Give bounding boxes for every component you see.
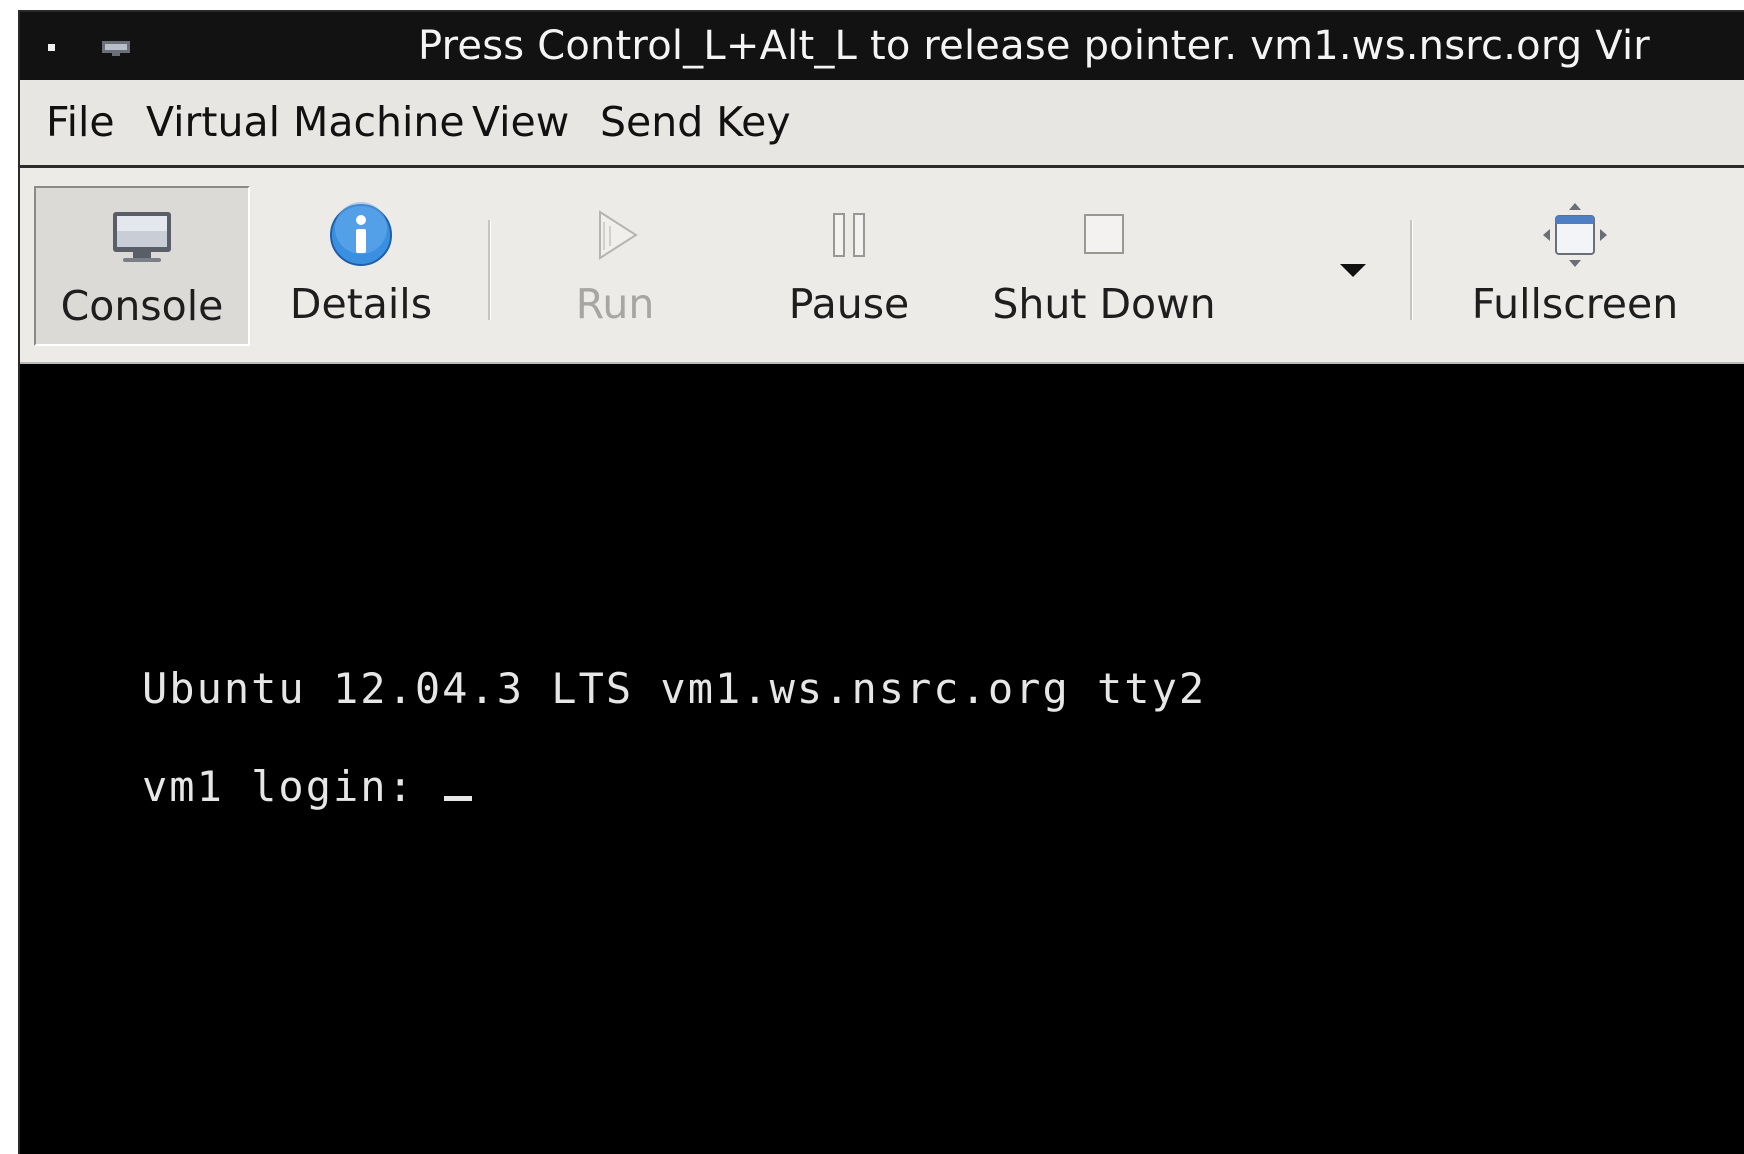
menu-file[interactable]: File	[46, 98, 115, 146]
menu-send-key[interactable]: Send Key	[600, 98, 791, 146]
text-cursor	[444, 796, 473, 801]
run-label: Run	[575, 280, 655, 328]
console-banner: Ubuntu 12.04.3 LTS vm1.ws.nsrc.org tty2	[142, 664, 1207, 713]
pause-icon	[833, 213, 865, 257]
play-icon	[599, 210, 638, 260]
vm-viewer-window: Press Control_L+Alt_L to release pointer…	[18, 10, 1744, 1154]
pause-label: Pause	[788, 280, 910, 328]
shut-down-dropdown-icon[interactable]	[1340, 264, 1366, 277]
window-title: Press Control_L+Alt_L to release pointer…	[418, 23, 1650, 69]
menu-virtual-machine[interactable]: Virtual Machine	[146, 98, 465, 146]
app-icon	[102, 41, 130, 56]
console-button[interactable]: Console	[34, 186, 250, 346]
fullscreen-label: Fullscreen	[1471, 280, 1679, 328]
menu-view[interactable]: View	[472, 98, 569, 146]
fullscreen-button[interactable]: Fullscreen	[1440, 186, 1710, 346]
console-label: Console	[60, 282, 224, 330]
details-button[interactable]: Details	[256, 186, 466, 346]
login-prompt: vm1 login:	[142, 762, 443, 811]
vm-console-display[interactable]: Ubuntu 12.04.3 LTS vm1.ws.nsrc.org tty2 …	[20, 364, 1744, 1154]
monitor-icon	[113, 212, 171, 262]
window-menu-icon[interactable]	[48, 44, 55, 51]
run-button[interactable]: Run	[510, 186, 720, 346]
details-label: Details	[289, 280, 433, 328]
info-icon	[330, 202, 392, 266]
toolbar: Console Details Run Pause Shut Down Full…	[20, 168, 1744, 364]
toolbar-separator	[1410, 220, 1413, 320]
shut-down-button[interactable]: Shut Down	[974, 186, 1234, 346]
pause-button[interactable]: Pause	[744, 186, 954, 346]
stop-icon	[1084, 214, 1124, 254]
fullscreen-icon	[1543, 203, 1607, 267]
toolbar-separator	[488, 220, 491, 320]
shut-down-label: Shut Down	[992, 280, 1216, 328]
console-login-line: vm1 login:	[142, 762, 473, 812]
title-bar[interactable]: Press Control_L+Alt_L to release pointer…	[20, 12, 1744, 80]
menu-bar: File Virtual Machine View Send Key	[20, 80, 1744, 168]
